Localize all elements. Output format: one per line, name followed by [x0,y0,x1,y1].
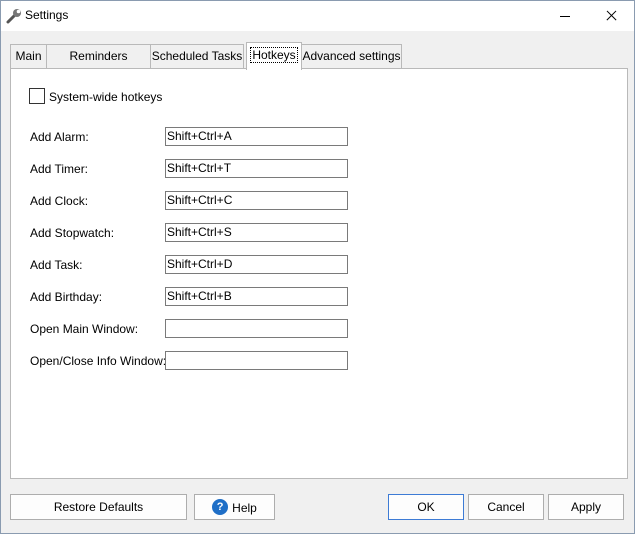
tab-reminders-window[interactable]: Reminders Window [46,44,151,85]
tab-hotkeys[interactable]: Hotkeys [246,42,302,70]
add-birthday-hotkey-input[interactable]: Shift+Ctrl+B [165,287,348,306]
tab-label: Main [15,49,42,63]
tab-scheduled-tasks[interactable]: Scheduled Tasks [150,44,244,68]
add-task-label: Add Task: [30,258,83,272]
add-alarm-label: Add Alarm: [30,130,89,144]
open-main-window-hotkey-input[interactable] [165,319,348,338]
help-button[interactable]: ? Help [194,494,275,520]
system-wide-hotkeys-label: System-wide hotkeys [49,90,163,104]
add-stopwatch-hotkey-input[interactable]: Shift+Ctrl+S [165,223,348,242]
open-close-info-window-label: Open/Close Info Window: [30,354,167,368]
title-bar: Settings [1,1,634,31]
apply-button[interactable]: Apply [548,494,624,520]
add-alarm-hotkey-input[interactable]: Shift+Ctrl+A [165,127,348,146]
wrench-icon [6,9,21,24]
tab-label: Scheduled Tasks [151,49,243,63]
close-button[interactable] [588,1,634,31]
add-task-hotkey-input[interactable]: Shift+Ctrl+D [165,255,348,274]
ok-button[interactable]: OK [388,494,464,520]
cancel-button[interactable]: Cancel [468,494,544,520]
window-title: Settings [25,8,69,22]
tab-main[interactable]: Main [10,44,47,68]
add-timer-label: Add Timer: [30,162,89,176]
tab-label: Advanced settings [302,49,401,63]
add-timer-hotkey-input[interactable]: Shift+Ctrl+T [165,159,348,178]
restore-defaults-button[interactable]: Restore Defaults [10,494,187,520]
hotkeys-panel: System-wide hotkeys Add Alarm: Shift+Ctr… [10,68,628,479]
tab-label: Hotkeys [250,47,298,63]
tab-advanced-settings[interactable]: Advanced settings [301,44,402,68]
add-clock-hotkey-input[interactable]: Shift+Ctrl+C [165,191,348,210]
help-icon: ? [212,498,229,515]
settings-window: Settings Main Reminders Window Scheduled… [0,0,635,534]
help-button-label: Help [232,500,257,515]
add-stopwatch-label: Add Stopwatch: [30,226,115,240]
system-wide-hotkeys-checkbox[interactable] [29,88,45,104]
add-birthday-label: Add Birthday: [30,290,103,304]
minimize-button[interactable] [542,1,588,31]
open-close-info-window-hotkey-input[interactable] [165,351,348,370]
add-clock-label: Add Clock: [30,194,89,208]
open-main-window-label: Open Main Window: [30,322,139,336]
